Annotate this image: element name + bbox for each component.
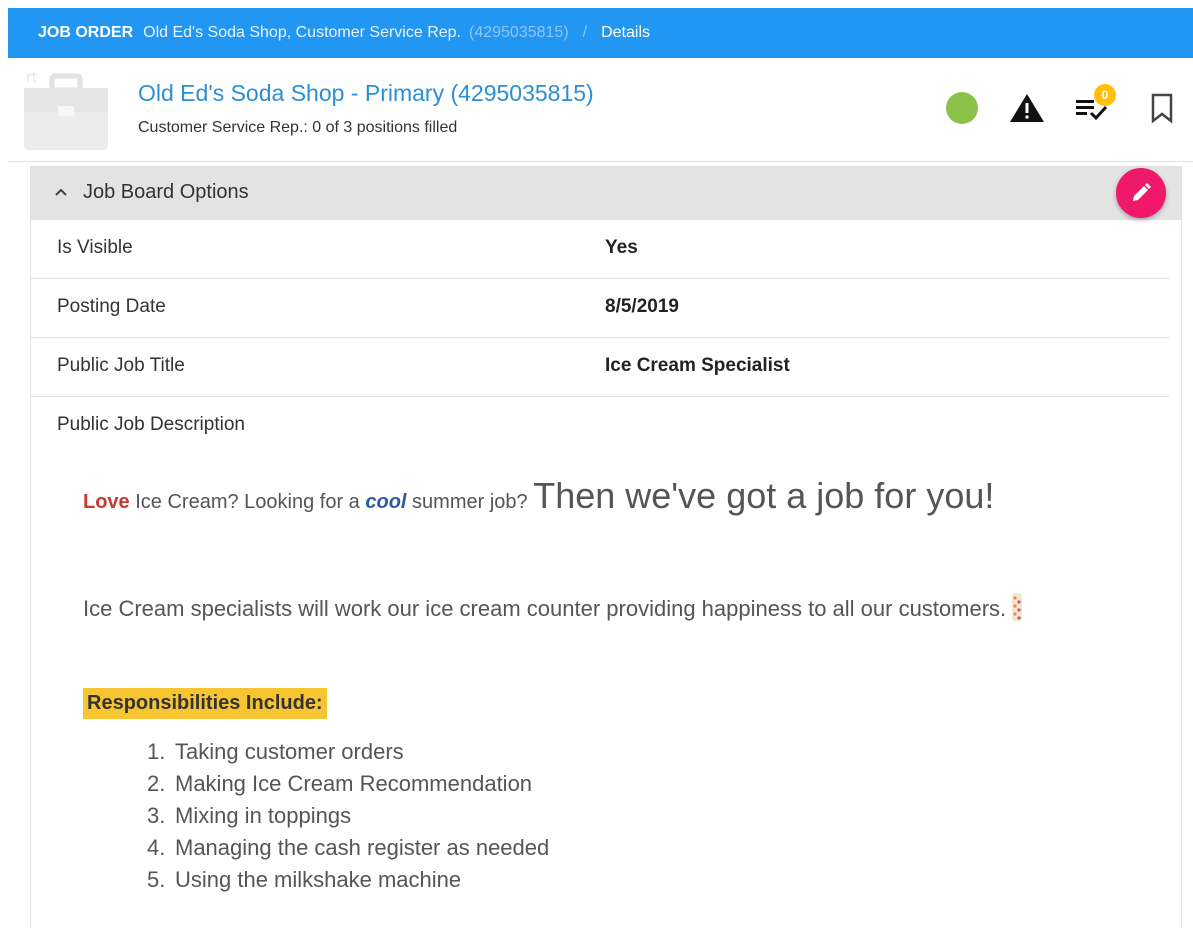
- tasks-badge: 0: [1094, 84, 1116, 106]
- breadcrumb-entity-id: (4295035815): [469, 24, 569, 41]
- svg-text:rt: rt: [26, 70, 38, 86]
- panel-title: Job Board Options: [83, 181, 249, 203]
- field-label: Public Job Description: [57, 414, 245, 435]
- field-row-posting-date: Posting Date 8/5/2019: [31, 279, 1169, 338]
- field-row-is-visible: Is Visible Yes: [31, 220, 1169, 279]
- pencil-icon: [1133, 183, 1151, 201]
- description-cool: cool: [365, 491, 407, 513]
- field-value: 8/5/2019: [605, 296, 679, 317]
- job-board-options-panel: Job Board Options Is Visible Yes Posting…: [30, 166, 1182, 928]
- field-value: Ice Cream Specialist: [605, 355, 790, 376]
- field-label: Is Visible: [57, 237, 133, 258]
- responsibilities-heading: Responsibilities Include:: [83, 688, 327, 719]
- description-paragraph: Ice Cream specialists will work our ice …: [83, 592, 1043, 625]
- responsibilities-list: 1. Taking customer orders 2. Making Ice Cr…: [147, 736, 549, 896]
- description-text: summer job?: [406, 491, 534, 513]
- field-label: Public Job Title: [57, 355, 185, 376]
- breadcrumb: JOB ORDER Old Ed's Soda Shop, Customer S…: [8, 8, 1193, 58]
- record-header: rt Old Ed's Soda Shop - Primary (4295035…: [8, 58, 1193, 162]
- briefcase-icon: rt: [24, 70, 108, 150]
- job-description-content: Love Ice Cream? Looking for a cool summe…: [83, 466, 1083, 892]
- sprinkles-icon: [1012, 593, 1023, 621]
- breadcrumb-entity[interactable]: Old Ed's Soda Shop, Customer Service Rep…: [143, 24, 461, 42]
- edit-button[interactable]: [1116, 168, 1166, 218]
- list-item: 4. Managing the cash register as needed: [147, 835, 550, 860]
- description-paragraph-text: Ice Cream specialists will work our ice …: [83, 596, 1007, 621]
- list-item: 2. Making Ice Cream Recommendation: [147, 771, 533, 796]
- field-value: Yes: [605, 237, 638, 258]
- list-item: 3. Mixing in toppings: [147, 803, 352, 828]
- description-love: Love: [83, 491, 130, 513]
- positions-filled-text: Customer Service Rep.: 0 of 3 positions …: [138, 119, 458, 136]
- breadcrumb-root[interactable]: JOB ORDER: [38, 24, 133, 42]
- field-row-public-job-description: Public Job Description: [31, 397, 1169, 457]
- list-item: 1. Taking customer orders: [147, 739, 404, 764]
- description-text: Ice Cream? Looking for a: [129, 491, 366, 513]
- description-intro: Love Ice Cream? Looking for a cool summe…: [83, 466, 1083, 532]
- bookmark-icon[interactable]: [1150, 92, 1174, 124]
- panel-header[interactable]: Job Board Options: [31, 166, 1181, 220]
- warning-icon[interactable]: [1008, 92, 1046, 124]
- description-headline: Then we've got a job for you!: [533, 475, 995, 516]
- chevron-up-icon[interactable]: [53, 186, 69, 198]
- list-item: 5. Using the milkshake machine: [147, 867, 462, 892]
- status-indicator[interactable]: [946, 92, 978, 124]
- breadcrumb-separator: /: [582, 24, 588, 41]
- field-row-public-job-title: Public Job Title Ice Cream Specialist: [31, 338, 1169, 397]
- field-label: Posting Date: [57, 296, 166, 317]
- record-title-link[interactable]: Old Ed's Soda Shop - Primary (4295035815…: [138, 80, 594, 107]
- breadcrumb-current: Details: [601, 24, 650, 41]
